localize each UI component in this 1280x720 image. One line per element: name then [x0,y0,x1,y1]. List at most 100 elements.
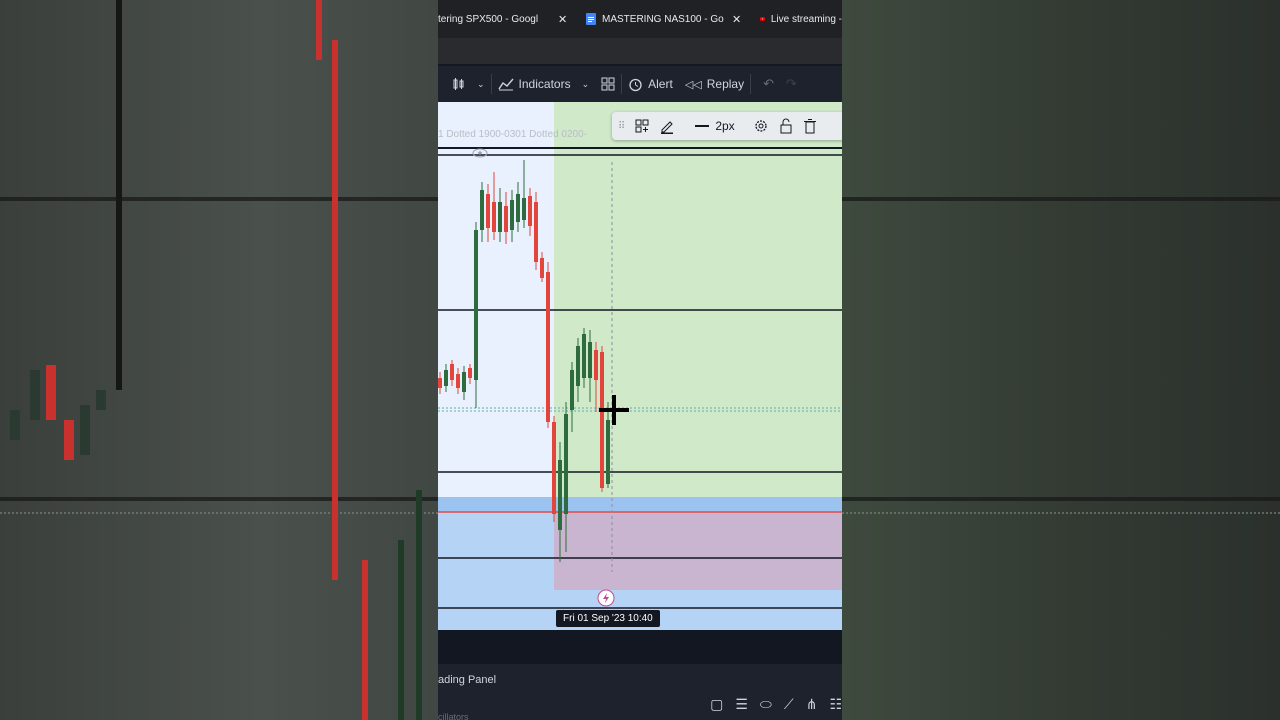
candle [450,364,454,380]
pencil-icon[interactable] [659,118,675,134]
indicator-legend: 1 Dotted 1900-0301 Dotted 0200- [438,129,587,140]
candle [600,352,604,488]
rectangle-tool-icon[interactable]: ▢ [710,696,723,713]
blurred-candle [316,0,322,60]
browser-tab-live-streaming[interactable]: Live streaming - [750,0,842,38]
address-bar[interactable] [438,38,842,64]
line-style-icon [695,125,710,127]
line-width-label: 2px [715,119,735,133]
chart-canvas[interactable]: 1 Dotted 1900-0301 Dotted 0200- [438,102,842,630]
indicators-label: Indicators [518,77,571,91]
screen-capture: tering SPX500 - Googl ✕ MASTERING NAS100… [438,0,842,720]
crosshair-date-label: Fri 01 Sep '23 10:40 [556,610,660,627]
blurred-candle [64,420,74,460]
alert-label: Alert [648,77,673,91]
browser-tab-nas100[interactable]: MASTERING NAS100 - Goo ✕ [576,0,750,38]
redo-button[interactable]: ↷ [780,66,803,102]
trading-panel-label: ading Panel [438,674,497,686]
candle [528,196,532,226]
candle [468,368,472,378]
purple-stop-zone[interactable] [554,512,842,590]
chevron-down-icon: ⌄ [581,78,590,89]
blue-lower-zone [438,512,554,630]
flash-icon[interactable] [597,589,615,607]
candle [438,378,442,388]
candle [462,372,466,392]
redo-icon: ↷ [786,76,797,91]
rewind-icon: ◁◁ [684,78,702,91]
green-profit-zone[interactable] [554,102,842,497]
candle [474,230,478,380]
candle [498,202,502,232]
browser-tab-spx500[interactable]: tering SPX500 - Googl ✕ [438,0,576,38]
line-style-button[interactable]: 2px [695,119,735,133]
oscillators-dropdown[interactable]: cillators [438,712,469,720]
blurred-candle [46,365,56,420]
close-icon[interactable]: ✕ [558,13,567,26]
candle [480,190,484,230]
settings-list-icon[interactable]: ☷ [829,696,842,713]
oscillators-label: cillators [438,712,469,720]
candle [576,346,580,386]
blurred-candle [398,540,404,720]
blurred-candle [362,560,368,720]
candle [564,414,568,514]
undo-icon: ↶ [763,76,774,91]
tab-label: Live streaming - [770,13,842,25]
candle [606,420,610,484]
alarm-clock-icon [629,78,642,91]
blue-entry-band [438,497,842,512]
close-icon[interactable]: ✕ [732,13,741,26]
candle [570,370,574,410]
blurred-dotted-level [0,512,438,522]
pattern-tool-icon[interactable]: ⋔ [806,696,818,713]
candle [534,202,538,262]
chevron-down-icon: ⌄ [477,78,485,89]
indicators-icon [497,78,514,91]
candle [558,460,562,530]
blurred-candle [10,410,20,440]
candle [516,194,520,222]
chart-type-button[interactable]: ⌄ [438,66,491,102]
blurred-background-right [842,0,1280,720]
trading-panel-tab[interactable]: ading Panel [438,674,496,686]
candles-icon [453,78,464,90]
drawing-tools-row: ▢ ☰ ⬭ ⟋ ⋔ ☷ [710,696,842,713]
blurred-candle [416,490,422,720]
candle [594,350,598,380]
blurred-candle [332,40,338,580]
browser-tab-strip: tering SPX500 - Googl ✕ MASTERING NAS100… [438,0,842,38]
alert-button[interactable]: Alert [622,66,679,102]
candle [492,202,496,232]
lines-tool-icon[interactable]: ☰ [735,696,748,713]
blurred-wick [116,0,122,390]
drag-handle-icon[interactable]: ⠿ [618,121,625,132]
trash-icon[interactable] [803,118,817,134]
candle [510,200,514,230]
trendline-tool-icon[interactable]: ⟋ [784,696,794,713]
gear-icon[interactable] [753,118,769,134]
price-chart[interactable]: 1 Dotted 1900-0301 Dotted 0200- Fri 01 S… [438,102,842,630]
lock-icon[interactable] [779,118,793,134]
blurred-candle [96,390,106,410]
template-icon[interactable] [635,119,649,133]
candle [444,370,448,386]
undo-button[interactable]: ↶ [751,66,780,102]
tab-label: tering SPX500 - Googl [438,13,539,25]
ellipse-tool-icon[interactable]: ⬭ [760,696,772,713]
indicators-button[interactable]: Indicators ⌄ [492,66,596,102]
candle [504,206,508,232]
candle [588,342,592,378]
replay-button[interactable]: ◁◁ Replay [679,66,750,102]
blurred-candle [30,370,40,420]
chart-toolbar: ⌄ Indicators ⌄ Alert ◁◁ Replay ↶ ↷ [438,66,842,102]
bottom-panel: ading Panel ▢ ☰ ⬭ ⟋ ⋔ ☷ cillators [438,664,842,720]
blurred-candle [80,405,90,455]
candle [582,334,586,378]
replay-label: Replay [706,77,745,91]
layouts-button[interactable] [595,66,621,102]
blurred-level-line [842,197,1280,201]
candle [552,422,556,514]
blurred-level-line [0,197,438,201]
blurred-dotted-level [842,512,1280,522]
